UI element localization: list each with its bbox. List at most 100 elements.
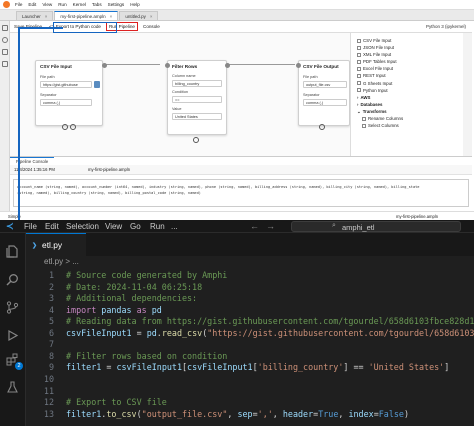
- gear-icon[interactable]: [70, 124, 76, 130]
- toc-icon[interactable]: [2, 49, 8, 55]
- code-line[interactable]: # Filter rows based on condition: [66, 351, 227, 361]
- component-item[interactable]: PDF Tables Input: [357, 58, 463, 65]
- close-icon[interactable]: ×: [150, 12, 153, 21]
- component-item[interactable]: Rename Columns: [357, 115, 463, 122]
- component-label: Python Input: [363, 87, 388, 93]
- menu-selection[interactable]: Selection: [66, 222, 99, 231]
- command-center-search[interactable]: ⌕ amphi_etl: [291, 221, 461, 232]
- field-label: Column name: [172, 74, 196, 78]
- running-icon[interactable]: [2, 37, 8, 43]
- menu-kernel[interactable]: Kernel: [73, 2, 86, 7]
- console-tab[interactable]: Pipeline Console: [10, 157, 55, 165]
- menu-file[interactable]: File: [15, 2, 22, 7]
- menu-view[interactable]: View: [42, 2, 52, 7]
- code-line[interactable]: csvFileInput1 = pd.read_csv("https://gis…: [66, 328, 474, 338]
- menu-help[interactable]: Help: [130, 2, 139, 7]
- breadcrumb-label: etl.py > ...: [44, 257, 79, 266]
- activity-bar: 2: [0, 233, 26, 426]
- value-input[interactable]: United States: [172, 113, 222, 120]
- gear-icon[interactable]: [319, 124, 325, 130]
- separator-select[interactable]: comma (,): [40, 99, 92, 106]
- run-debug-icon[interactable]: [6, 329, 19, 342]
- separator-select[interactable]: comma (,): [303, 99, 347, 106]
- explorer-icon[interactable]: [6, 245, 19, 258]
- menu-edit[interactable]: Edit: [45, 222, 59, 231]
- pipeline-canvas[interactable]: CSV File Input File path https://gist.gi…: [10, 33, 350, 156]
- code-line[interactable]: filter1.to_csv("output_file.csv", sep=',…: [66, 409, 409, 419]
- input-handle[interactable]: [165, 63, 170, 68]
- gear-icon[interactable]: [62, 124, 68, 130]
- component-group[interactable]: › Databases: [357, 101, 463, 108]
- output-handle[interactable]: [102, 63, 107, 68]
- code-token: header: [282, 408, 314, 419]
- search-icon[interactable]: [6, 273, 19, 286]
- code-token: import: [66, 304, 97, 315]
- component-item[interactable]: JSON File Input: [357, 44, 463, 51]
- editor-tab-etl-py[interactable]: ❯ etl.py: [26, 233, 86, 256]
- component-item[interactable]: XML File Input: [357, 51, 463, 58]
- line-number: 8: [48, 350, 54, 361]
- menu-go[interactable]: Go: [130, 222, 141, 231]
- sidebar-scrollbar[interactable]: [463, 33, 472, 156]
- edge-filter-output: [226, 64, 295, 65]
- code-line[interactable]: # Reading data from https://gist.githubu…: [66, 316, 474, 326]
- code-line[interactable]: # Date: 2024-11-04 06:25:18: [66, 282, 202, 292]
- browse-icon[interactable]: [94, 81, 100, 88]
- code-line[interactable]: # Export to CSV file: [66, 397, 167, 407]
- tab-untitled[interactable]: untitled.py ×: [119, 11, 159, 21]
- file-path-input[interactable]: output_file.csv: [303, 81, 347, 88]
- gear-icon[interactable]: [193, 137, 199, 143]
- code-line[interactable]: # Additional dependencies:: [66, 293, 197, 303]
- components-sidebar: CSV File Input JSON File Input XML File …: [350, 33, 463, 156]
- back-arrow-icon[interactable]: ←: [250, 221, 259, 231]
- menu-edit[interactable]: Edit: [28, 2, 36, 7]
- menu-run[interactable]: Run: [58, 2, 66, 7]
- forward-arrow-icon[interactable]: →: [266, 221, 275, 231]
- component-item[interactable]: CSV File Input: [357, 37, 463, 44]
- component-icon: [362, 116, 366, 121]
- code-editor[interactable]: 1 # Source code generated by Amphi 2 # Date…: [26, 270, 474, 426]
- console-button[interactable]: Console: [141, 23, 162, 30]
- code-token: 'billing_country': [257, 362, 344, 373]
- component-item[interactable]: G Sheets Input: [357, 80, 463, 87]
- node-filter-rows[interactable]: Filter Rows Column name billing_country …: [165, 60, 230, 135]
- menu-settings[interactable]: Settings: [108, 2, 125, 7]
- folder-icon[interactable]: [2, 25, 8, 31]
- tab-launcher[interactable]: Launcher ×: [16, 11, 54, 21]
- output-handle[interactable]: [225, 63, 230, 68]
- column-select[interactable]: billing_country: [172, 80, 222, 87]
- component-item[interactable]: Excel File Input: [357, 65, 463, 72]
- component-group[interactable]: ⌄ Transforms: [357, 108, 463, 115]
- kernel-status[interactable]: Python 3 (ipykernel): [426, 24, 466, 29]
- breadcrumb[interactable]: etl.py > ...: [26, 256, 474, 270]
- code-line[interactable]: # Source code generated by Amphi: [66, 270, 227, 280]
- component-item[interactable]: Select Columns: [357, 122, 463, 129]
- file-path-input[interactable]: https://gist.githubuse: [40, 81, 92, 88]
- component-item[interactable]: REST Input: [357, 72, 463, 79]
- close-icon[interactable]: ×: [110, 12, 113, 21]
- console-output-line: account_name (string, named), account_nu…: [17, 185, 420, 189]
- flask-icon[interactable]: [6, 381, 19, 394]
- component-label: Rename Columns: [368, 116, 404, 122]
- source-control-icon[interactable]: [6, 301, 19, 314]
- component-group[interactable]: › AWS: [357, 94, 463, 101]
- code-token: ,: [227, 408, 238, 419]
- component-label: Excel File Input: [363, 66, 394, 72]
- node-csv-input[interactable]: CSV File Input File path https://gist.gi…: [35, 60, 107, 126]
- code-line[interactable]: filter1 = csvFileInput1[csvFileInput1['b…: [66, 362, 449, 372]
- menu-tabs[interactable]: Tabs: [92, 2, 102, 7]
- input-handle[interactable]: [296, 63, 301, 68]
- extension-icon[interactable]: [2, 61, 8, 67]
- menu-file[interactable]: File: [24, 222, 37, 231]
- menu-more[interactable]: ...: [171, 222, 178, 231]
- menu-run[interactable]: Run: [150, 222, 165, 231]
- tab-pipeline[interactable]: my-first-pipeline.ampln ×: [54, 11, 119, 21]
- vscode-window: ≺ File Edit Selection View Go Run ... ← …: [0, 220, 474, 426]
- menu-view[interactable]: View: [105, 222, 122, 231]
- condition-select[interactable]: ==: [172, 96, 222, 103]
- node-csv-output[interactable]: CSV File Output File path output_file.cs…: [296, 60, 350, 126]
- code-line[interactable]: import pandas as pd: [66, 305, 162, 315]
- component-item[interactable]: Python Input: [357, 87, 463, 94]
- search-icon: ⌕: [332, 222, 336, 229]
- close-icon[interactable]: ×: [45, 12, 48, 21]
